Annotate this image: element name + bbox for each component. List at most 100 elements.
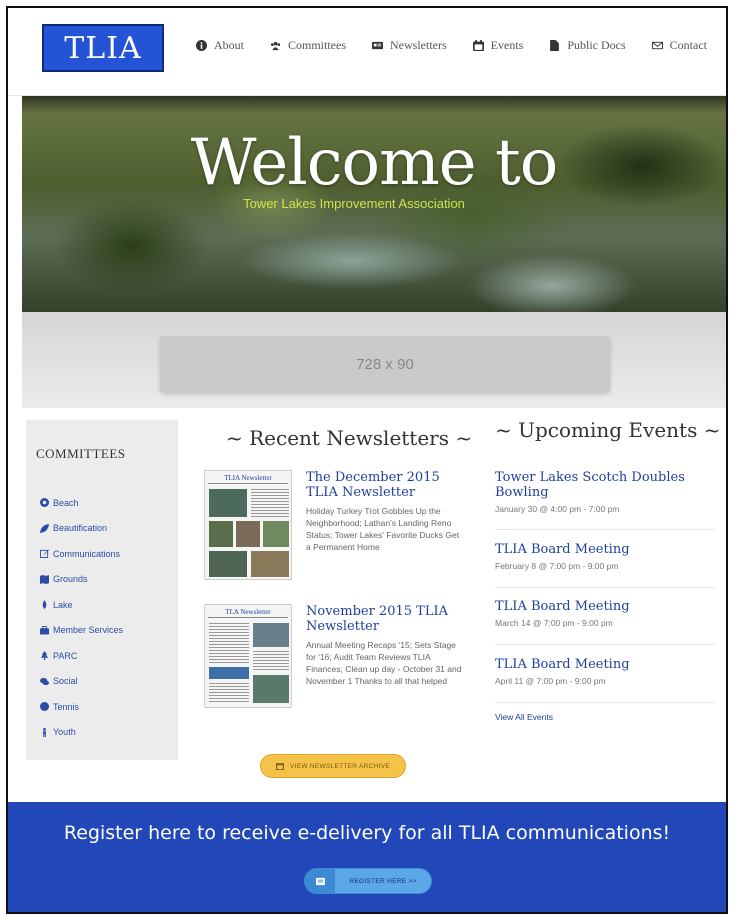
event-date: February 8 @ 7:00 pm - 9:00 pm (495, 561, 619, 571)
event-item[interactable]: TLIA Board Meeting February 8 @ 7:00 pm … (495, 542, 715, 588)
thumb-photo (209, 551, 247, 577)
tree-icon (40, 651, 49, 661)
sidebar-item-label: Lake (53, 599, 73, 610)
ad-placeholder[interactable]: 728 x 90 (160, 336, 610, 392)
child-icon (43, 727, 46, 737)
file-icon (550, 40, 560, 51)
water-drop-icon (42, 600, 47, 610)
nav-label: Newsletters (390, 38, 447, 52)
sidebar-item-label: Social (53, 676, 78, 687)
sidebar-item-lake[interactable]: Lake (36, 592, 178, 618)
event-item[interactable]: TLIA Board Meeting April 11 @ 7:00 pm - … (495, 657, 715, 703)
event-title[interactable]: TLIA Board Meeting (495, 599, 715, 614)
thumbnail-masthead: TLIA Newsletter (208, 474, 288, 484)
thumb-photo (209, 489, 247, 517)
thumb-photo (209, 667, 249, 679)
ad-band: 728 x 90 (22, 312, 726, 408)
sidebar-item-label: Youth (53, 727, 76, 738)
thumb-text (251, 489, 289, 517)
thumb-photo (253, 623, 289, 647)
briefcase-icon (40, 625, 49, 635)
main-nav: About Committees Newsletters Events Publ… (196, 38, 707, 53)
thumb-text (253, 651, 289, 671)
edit-icon (40, 549, 49, 559)
info-icon (196, 40, 207, 51)
sidebar-item-grounds[interactable]: Grounds (36, 567, 178, 593)
nav-events[interactable]: Events (472, 38, 524, 53)
group-icon (270, 41, 281, 51)
nav-public-docs[interactable]: Public Docs (549, 38, 626, 53)
nav-label: Public Docs (567, 38, 626, 52)
map-icon (40, 574, 49, 584)
event-title[interactable]: Tower Lakes Scotch Doubles Bowling (495, 470, 715, 500)
nav-label: Events (490, 38, 524, 52)
thumb-photo (236, 521, 260, 547)
sidebar-item-youth[interactable]: Youth (36, 720, 178, 746)
nav-label: Committees (288, 38, 346, 52)
sidebar-item-parc[interactable]: PARC (36, 643, 178, 669)
event-item[interactable]: TLIA Board Meeting March 14 @ 7:00 pm - … (495, 599, 715, 645)
sidebar-item-communications[interactable]: Communications (36, 541, 178, 567)
sidebar-item-beach[interactable]: Beach (36, 490, 178, 516)
leaf-icon (40, 523, 49, 533)
ball-icon (40, 702, 49, 712)
events-heading: ~ Upcoming Events ~ (495, 418, 721, 442)
thumbnail-masthead: TLA Newsletter (208, 608, 288, 618)
newsletter-title[interactable]: November 2015 TLIA Newsletter (306, 604, 466, 634)
newsletters-heading: ~ Recent Newsletters ~ (226, 426, 473, 450)
sidebar-item-tennis[interactable]: Tennis (36, 694, 178, 720)
sidebar-item-label: Grounds (53, 574, 88, 585)
event-date: March 14 @ 7:00 pm - 9:00 pm (495, 618, 613, 628)
sidebar-title: COMMITTEES (36, 446, 126, 461)
chat-icon (40, 677, 49, 685)
newsletter-thumbnail[interactable]: TLA Newsletter (204, 604, 292, 708)
nav-about[interactable]: About (196, 38, 244, 53)
hero-banner: Welcome to Tower Lakes Improvement Assoc… (22, 96, 726, 312)
newsletter-title[interactable]: The December 2015 TLIA Newsletter (306, 470, 466, 500)
newsletter-description: Holiday Turkey Trot Gobbles Up the Neigh… (306, 506, 460, 552)
newsletter-item[interactable]: TLIA Newsletter The December 2015 TLIA N… (204, 470, 466, 590)
newsletter-description: Annual Meeting Recaps '15; Sets Stage fo… (306, 640, 462, 686)
page-frame: TLIA About Committees Newsletters Events… (6, 6, 728, 914)
newspaper-icon (315, 877, 325, 885)
event-date: January 30 @ 4:00 pm - 7:00 pm (495, 504, 620, 514)
envelope-icon (651, 41, 663, 50)
nav-label: About (214, 38, 244, 52)
nav-contact[interactable]: Contact (651, 38, 707, 53)
register-icon-box (305, 869, 335, 893)
hero-shadow (22, 96, 726, 114)
site-header: TLIA About Committees Newsletters Events… (8, 8, 726, 96)
hero-title: Welcome to (190, 126, 558, 200)
event-title[interactable]: TLIA Board Meeting (495, 657, 715, 672)
nav-label: Contact (669, 38, 707, 52)
thumb-text (209, 683, 249, 703)
register-button[interactable]: REGISTER HERE >> (304, 868, 432, 894)
sidebar-item-member-services[interactable]: Member Services (36, 618, 178, 644)
hero-subtitle: Tower Lakes Improvement Association (243, 196, 465, 211)
sidebar-item-beautification[interactable]: Beautification (36, 516, 178, 542)
thumb-photo (253, 675, 289, 703)
archive-button-label: VIEW NEWSLETTER ARCHIVE (289, 762, 391, 770)
logo-text: TLIA (64, 30, 142, 66)
committees-sidebar: COMMITTEES Beach Beautification Communic… (26, 420, 178, 760)
sidebar-item-social[interactable]: Social (36, 669, 178, 695)
newsletter-item[interactable]: TLA Newsletter November 2015 TLIA Newsle… (204, 604, 466, 714)
view-all-events-link[interactable]: View All Events (495, 712, 553, 722)
register-footer: Register here to receive e-delivery for … (8, 802, 726, 912)
thumb-text (209, 623, 249, 663)
sidebar-item-label: Beautification (53, 523, 108, 534)
nav-newsletters[interactable]: Newsletters (372, 38, 447, 53)
nav-committees[interactable]: Committees (270, 38, 346, 53)
life-ring-icon (40, 498, 49, 508)
event-date: April 11 @ 7:00 pm - 9:00 pm (495, 676, 606, 686)
sidebar-item-label: PARC (53, 650, 78, 661)
event-title[interactable]: TLIA Board Meeting (495, 542, 715, 557)
newsletter-thumbnail[interactable]: TLIA Newsletter (204, 470, 292, 580)
newspaper-icon (372, 41, 383, 50)
register-button-label: REGISTER HERE >> (349, 877, 417, 885)
thumb-photo (209, 521, 233, 547)
site-logo[interactable]: TLIA (42, 24, 164, 72)
event-item[interactable]: Tower Lakes Scotch Doubles Bowling Janua… (495, 470, 715, 530)
newsletter-archive-button[interactable]: VIEW NEWSLETTER ARCHIVE (260, 754, 406, 778)
sidebar-item-label: Beach (53, 497, 79, 508)
